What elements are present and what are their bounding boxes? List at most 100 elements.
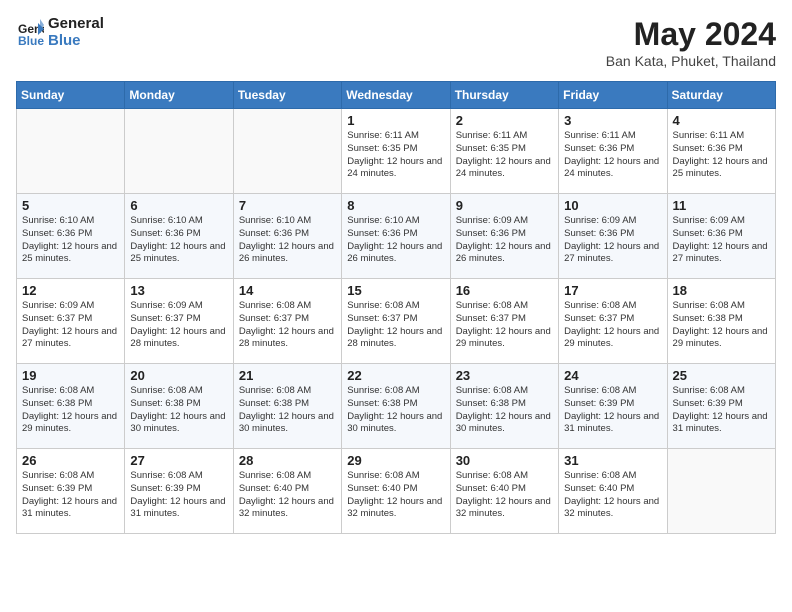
day-info: Sunrise: 6:08 AM Sunset: 6:40 PM Dayligh… [456,470,553,521]
day-number: 14 [239,283,336,298]
calendar-day-header: Thursday [450,82,558,109]
logo-general: General [48,16,104,33]
calendar-cell: 30Sunrise: 6:08 AM Sunset: 6:40 PM Dayli… [450,449,558,534]
day-number: 10 [564,198,661,213]
day-number: 27 [130,453,227,468]
calendar-cell: 4Sunrise: 6:11 AM Sunset: 6:36 PM Daylig… [667,109,775,194]
day-number: 22 [347,368,444,383]
calendar-week-row: 1 Sunrise: 6:11 AM Sunset: 6:35 PM Daylig… [17,109,776,194]
calendar-cell: 27 Sunrise: 6:08 AM Sunset: 6:39 PM Dayli… [125,449,233,534]
day-number: 24 [564,368,661,383]
day-number: 6 [130,198,227,213]
calendar-cell: 10 Sunrise: 6:09 AM Sunset: 6:36 PM Dayli… [559,194,667,279]
calendar-week-row: 12Sunrise: 6:09 AM Sunset: 6:37 PM Dayli… [17,279,776,364]
day-info: Sunrise: 6:10 AM Sunset: 6:36 PM Dayligh… [239,215,336,266]
location: Ban Kata, Phuket, Thailand [606,53,776,69]
calendar-table: SundayMondayTuesdayWednesdayThursdayFrid… [16,81,776,534]
day-info: Sunrise: 6:08 AM Sunset: 6:39 PM Dayligh… [564,385,661,436]
calendar-cell: 11 Sunrise: 6:09 AM Sunset: 6:36 PM Dayli… [667,194,775,279]
day-info: Sunrise: 6:08 AM Sunset: 6:37 PM Dayligh… [239,300,336,351]
calendar-cell: 24 Sunrise: 6:08 AM Sunset: 6:39 PM Dayli… [559,364,667,449]
calendar-header-row: SundayMondayTuesdayWednesdayThursdayFrid… [17,82,776,109]
calendar-cell: 3Sunrise: 6:11 AM Sunset: 6:36 PM Daylig… [559,109,667,194]
calendar-cell: 13 Sunrise: 6:09 AM Sunset: 6:37 PM Dayli… [125,279,233,364]
calendar-cell: 8 Sunrise: 6:10 AM Sunset: 6:36 PM Daylig… [342,194,450,279]
day-info: Sunrise: 6:08 AM Sunset: 6:37 PM Dayligh… [564,300,661,351]
day-info: Sunrise: 6:10 AM Sunset: 6:36 PM Dayligh… [22,215,119,266]
calendar-cell: 12Sunrise: 6:09 AM Sunset: 6:37 PM Dayli… [17,279,125,364]
logo-blue: Blue [48,33,104,50]
day-info: Sunrise: 6:08 AM Sunset: 6:38 PM Dayligh… [239,385,336,436]
day-number: 3 [564,113,661,128]
day-number: 11 [673,198,770,213]
calendar-week-row: 26 Sunrise: 6:08 AM Sunset: 6:39 PM Dayli… [17,449,776,534]
day-info: Sunrise: 6:11 AM Sunset: 6:36 PM Dayligh… [673,130,770,181]
calendar-cell: 17 Sunrise: 6:08 AM Sunset: 6:37 PM Dayli… [559,279,667,364]
logo-icon: General Blue [16,19,44,47]
calendar-day-header: Sunday [17,82,125,109]
calendar-cell: 9 Sunrise: 6:09 AM Sunset: 6:36 PM Daylig… [450,194,558,279]
day-info: Sunrise: 6:08 AM Sunset: 6:38 PM Dayligh… [347,385,444,436]
day-info: Sunrise: 6:09 AM Sunset: 6:36 PM Dayligh… [564,215,661,266]
day-info: Sunrise: 6:08 AM Sunset: 6:38 PM Dayligh… [22,385,119,436]
day-info: Sunrise: 6:08 AM Sunset: 6:38 PM Dayligh… [130,385,227,436]
calendar-week-row: 5 Sunrise: 6:10 AM Sunset: 6:36 PM Daylig… [17,194,776,279]
day-info: Sunrise: 6:09 AM Sunset: 6:36 PM Dayligh… [673,215,770,266]
day-number: 21 [239,368,336,383]
calendar-cell: 1 Sunrise: 6:11 AM Sunset: 6:35 PM Daylig… [342,109,450,194]
day-number: 2 [456,113,553,128]
day-info: Sunrise: 6:11 AM Sunset: 6:35 PM Dayligh… [347,130,444,181]
calendar-cell: 19 Sunrise: 6:08 AM Sunset: 6:38 PM Dayli… [17,364,125,449]
calendar-cell [233,109,341,194]
calendar-cell: 16 Sunrise: 6:08 AM Sunset: 6:37 PM Dayli… [450,279,558,364]
calendar-cell: 25 Sunrise: 6:08 AM Sunset: 6:39 PM Dayli… [667,364,775,449]
day-number: 17 [564,283,661,298]
day-number: 7 [239,198,336,213]
day-number: 13 [130,283,227,298]
calendar-cell: 2 Sunrise: 6:11 AM Sunset: 6:35 PM Daylig… [450,109,558,194]
day-number: 26 [22,453,119,468]
calendar-cell: 14 Sunrise: 6:08 AM Sunset: 6:37 PM Dayli… [233,279,341,364]
day-number: 9 [456,198,553,213]
calendar-cell: 23Sunrise: 6:08 AM Sunset: 6:38 PM Dayli… [450,364,558,449]
day-info: Sunrise: 6:08 AM Sunset: 6:39 PM Dayligh… [130,470,227,521]
calendar-cell: 29 Sunrise: 6:08 AM Sunset: 6:40 PM Dayli… [342,449,450,534]
day-number: 25 [673,368,770,383]
svg-text:Blue: Blue [18,34,44,47]
day-info: Sunrise: 6:09 AM Sunset: 6:37 PM Dayligh… [130,300,227,351]
day-info: Sunrise: 6:08 AM Sunset: 6:40 PM Dayligh… [347,470,444,521]
calendar-day-header: Friday [559,82,667,109]
day-number: 5 [22,198,119,213]
day-number: 15 [347,283,444,298]
day-number: 1 [347,113,444,128]
page-header: General Blue General Blue May 2024 Ban K… [16,16,776,69]
calendar-cell: 26Sunrise: 6:08 AM Sunset: 6:39 PM Dayli… [17,449,125,534]
day-info: Sunrise: 6:08 AM Sunset: 6:39 PM Dayligh… [673,385,770,436]
day-info: Sunrise: 6:08 AM Sunset: 6:38 PM Dayligh… [456,385,553,436]
calendar-cell: 28Sunrise: 6:08 AM Sunset: 6:40 PM Dayli… [233,449,341,534]
calendar-cell: 5 Sunrise: 6:10 AM Sunset: 6:36 PM Daylig… [17,194,125,279]
day-info: Sunrise: 6:10 AM Sunset: 6:36 PM Dayligh… [130,215,227,266]
day-number: 8 [347,198,444,213]
day-number: 16 [456,283,553,298]
calendar-cell [125,109,233,194]
calendar-day-header: Wednesday [342,82,450,109]
day-info: Sunrise: 6:09 AM Sunset: 6:36 PM Dayligh… [456,215,553,266]
day-number: 20 [130,368,227,383]
calendar-cell: 22 Sunrise: 6:08 AM Sunset: 6:38 PM Dayli… [342,364,450,449]
day-number: 28 [239,453,336,468]
calendar-cell: 6 Sunrise: 6:10 AM Sunset: 6:36 PM Daylig… [125,194,233,279]
day-info: Sunrise: 6:10 AM Sunset: 6:36 PM Dayligh… [347,215,444,266]
day-number: 19 [22,368,119,383]
day-info: Sunrise: 6:11 AM Sunset: 6:35 PM Dayligh… [456,130,553,181]
day-info: Sunrise: 6:08 AM Sunset: 6:38 PM Dayligh… [673,300,770,351]
day-number: 29 [347,453,444,468]
calendar-cell: 20 Sunrise: 6:08 AM Sunset: 6:38 PM Dayli… [125,364,233,449]
calendar-cell: 7 Sunrise: 6:10 AM Sunset: 6:36 PM Daylig… [233,194,341,279]
calendar-cell [667,449,775,534]
day-number: 18 [673,283,770,298]
calendar-cell [17,109,125,194]
day-info: Sunrise: 6:08 AM Sunset: 6:40 PM Dayligh… [564,470,661,521]
day-info: Sunrise: 6:08 AM Sunset: 6:37 PM Dayligh… [456,300,553,351]
month-title: May 2024 [606,16,776,53]
